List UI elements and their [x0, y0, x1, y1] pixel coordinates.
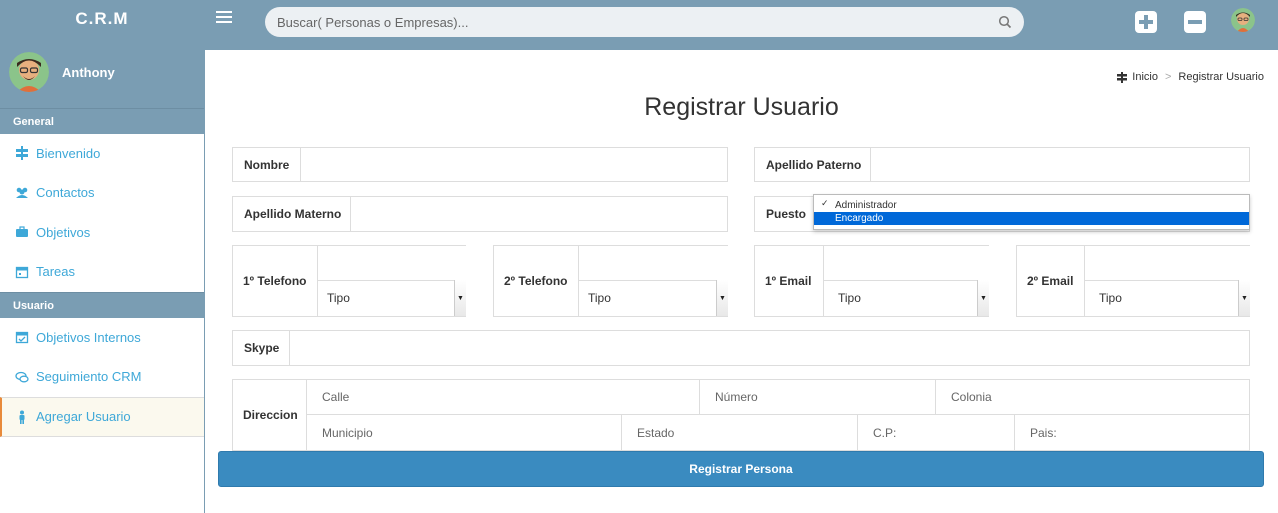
email2-group: 2º Email Tipo ▼	[1016, 245, 1250, 317]
briefcase-icon	[16, 226, 28, 238]
breadcrumb: Inicio > Registrar Usuario	[1117, 71, 1264, 83]
skype-field: Skype	[232, 330, 1250, 366]
email1-label: 1º Email	[755, 246, 824, 316]
calendar-icon	[15, 266, 29, 278]
email1-group: 1º Email Tipo ▼	[754, 245, 989, 317]
sidebar-item-label: Objetivos Internos	[36, 329, 141, 345]
apellido-materno-label: Apellido Materno	[233, 197, 351, 231]
search-icon[interactable]	[998, 15, 1012, 29]
email1-tipo-select[interactable]: Tipo ▼	[824, 280, 989, 316]
email2-input[interactable]	[1085, 246, 1250, 281]
direccion-label: Direccion	[233, 380, 307, 450]
sidebar-item-objetivos[interactable]: Objetivos	[0, 213, 204, 253]
sidebar-item-seguimiento[interactable]: Seguimiento CRM	[0, 358, 204, 397]
section-usuario: Usuario	[0, 292, 204, 318]
numero-input[interactable]: Número	[700, 380, 936, 415]
telefono1-tipo-select[interactable]: Tipo ▼	[318, 280, 466, 316]
telefono1-label: 1º Telefono	[233, 246, 318, 316]
chevron-down-icon[interactable]: ▼	[1238, 280, 1250, 316]
check-icon: ✓	[821, 198, 829, 208]
telefono2-input[interactable]	[579, 246, 728, 281]
nombre-field: Nombre	[232, 147, 728, 182]
apellido-paterno-input[interactable]	[871, 148, 1249, 181]
apellido-paterno-field: Apellido Paterno	[754, 147, 1250, 182]
cp-input[interactable]: C.P:	[858, 415, 1015, 451]
email2-label: 2º Email	[1017, 246, 1085, 316]
avatar[interactable]	[9, 52, 49, 92]
breadcrumb-separator: >	[1164, 71, 1172, 83]
page-title: Registrar Usuario	[644, 93, 839, 121]
user-profile: Anthony	[0, 50, 204, 108]
chevron-down-icon[interactable]: ▼	[977, 280, 989, 316]
puesto-label: Puesto	[766, 207, 807, 221]
sidebar-item-label: Seguimiento CRM	[36, 369, 142, 385]
sidebar-item-agregar-usuario[interactable]: Agregar Usuario	[0, 397, 204, 437]
chevron-down-icon[interactable]: ▼	[454, 280, 466, 316]
signpost-icon	[16, 146, 28, 161]
top-bar: C.R.M	[0, 0, 1278, 50]
sidebar: Anthony General Bienvenido Contactos Obj…	[0, 50, 205, 513]
apellido-materno-field: Apellido Materno	[232, 196, 728, 232]
search-bar[interactable]	[265, 7, 1024, 37]
chat-icon	[15, 371, 29, 383]
apellido-paterno-label: Apellido Paterno	[755, 148, 871, 181]
menu-icon[interactable]	[216, 11, 232, 25]
puesto-dropdown[interactable]: ✓ Administrador Encargado	[813, 194, 1250, 230]
sidebar-item-tareas[interactable]: Tareas	[0, 253, 204, 292]
registrar-persona-button[interactable]: Registrar Persona	[218, 451, 1264, 487]
skype-input[interactable]	[290, 331, 1249, 365]
add-button[interactable]	[1135, 11, 1157, 33]
apellido-materno-input[interactable]	[351, 197, 727, 231]
email1-input[interactable]	[824, 246, 989, 281]
user-name: Anthony	[62, 65, 115, 80]
breadcrumb-home[interactable]: Inicio	[1132, 71, 1158, 83]
telefono2-tipo-select[interactable]: Tipo ▼	[579, 280, 728, 316]
telefono1-group: 1º Telefono Tipo ▼	[232, 245, 466, 317]
direccion-group: Direccion Calle Número Colonia Municipio…	[232, 379, 1250, 451]
sidebar-item-label: Agregar Usuario	[36, 409, 131, 425]
signpost-icon	[1117, 71, 1128, 83]
chevron-down-icon[interactable]: ▼	[716, 280, 728, 316]
skype-label: Skype	[233, 331, 290, 365]
calle-input[interactable]: Calle	[307, 380, 700, 415]
puesto-option-encargado[interactable]: Encargado	[814, 212, 1249, 225]
email2-tipo-select[interactable]: Tipo ▼	[1085, 280, 1250, 316]
remove-button[interactable]	[1184, 11, 1206, 33]
person-icon	[19, 410, 25, 424]
sidebar-item-label: Tareas	[36, 264, 76, 280]
sidebar-item-label: Bienvenido	[36, 145, 101, 161]
colonia-input[interactable]: Colonia	[936, 380, 1250, 415]
sidebar-item-objetivos-internos[interactable]: Objetivos Internos	[0, 318, 204, 358]
users-icon	[16, 187, 28, 198]
puesto-option-administrador[interactable]: ✓ Administrador	[814, 198, 1249, 212]
nombre-input[interactable]	[301, 148, 727, 181]
sidebar-item-label: Contactos	[36, 185, 95, 201]
sidebar-item-contactos[interactable]: Contactos	[0, 174, 204, 213]
sidebar-item-label: Objetivos	[36, 224, 91, 240]
telefono2-label: 2º Telefono	[494, 246, 579, 316]
calendar-check-icon	[15, 332, 29, 344]
municipio-input[interactable]: Municipio	[307, 415, 622, 451]
pais-input[interactable]: Pais:	[1015, 415, 1250, 451]
user-avatar-icon[interactable]	[1231, 8, 1255, 32]
brand-logo[interactable]: C.R.M	[0, 0, 204, 50]
breadcrumb-current: Registrar Usuario	[1178, 71, 1264, 83]
sidebar-item-bienvenido[interactable]: Bienvenido	[0, 134, 204, 174]
search-input[interactable]	[277, 14, 998, 30]
nombre-label: Nombre	[233, 148, 301, 181]
estado-input[interactable]: Estado	[622, 415, 858, 451]
telefono1-input[interactable]	[318, 246, 466, 281]
section-general: General	[0, 108, 204, 134]
telefono2-group: 2º Telefono Tipo ▼	[493, 245, 728, 317]
